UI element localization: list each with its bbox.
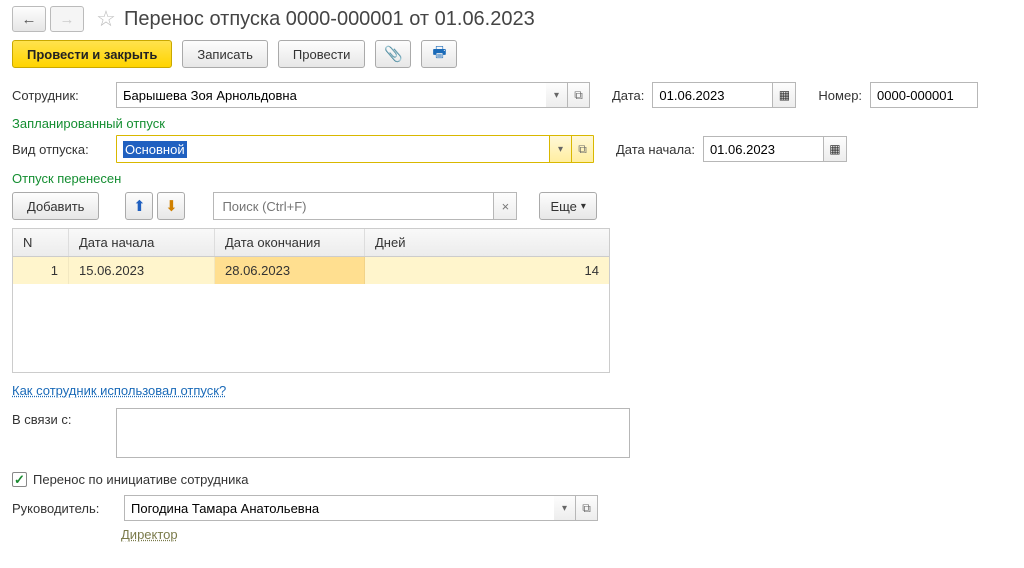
planned-section-label: Запланированный отпуск	[0, 112, 1024, 131]
vacation-usage-link[interactable]: Как сотрудник использовал отпуск?	[0, 373, 238, 402]
move-down-button[interactable]: ⬇	[157, 192, 185, 220]
manager-dropdown-button[interactable]: ▾	[554, 495, 576, 521]
arrow-down-icon: ⬇	[165, 197, 178, 215]
employee-open-button[interactable]: ⧉	[568, 82, 590, 108]
transferred-section-label: Отпуск перенесен	[0, 167, 1024, 186]
page-title: Перенос отпуска 0000-000001 от 01.06.202…	[124, 8, 535, 31]
manager-label: Руководитель:	[12, 501, 116, 516]
date-calendar-button[interactable]: ▦	[772, 82, 796, 108]
chevron-down-icon: ▾	[554, 90, 559, 101]
arrow-left-icon: ←	[22, 11, 37, 28]
vacation-kind-value: Основной	[123, 141, 187, 158]
arrow-up-icon: ⬆	[133, 197, 146, 215]
employee-dropdown-button[interactable]: ▾	[546, 82, 568, 108]
table-row[interactable]: 1 15.06.2023 28.06.2023 14	[13, 257, 609, 284]
move-up-button[interactable]: ⬆	[125, 192, 153, 220]
number-label: Номер:	[818, 88, 862, 103]
table-search-clear-button[interactable]: ×	[493, 192, 517, 220]
close-icon: ×	[502, 199, 510, 214]
more-label: Еще	[550, 199, 576, 214]
open-icon: ⧉	[574, 88, 583, 103]
favorite-star-icon[interactable]: ☆	[94, 6, 118, 32]
attach-button[interactable]: 📎	[375, 40, 411, 68]
date-input[interactable]	[652, 82, 772, 108]
cell-start: 15.06.2023	[69, 257, 215, 284]
reason-label: В связи с:	[12, 408, 108, 427]
manager-open-button[interactable]: ⧉	[576, 495, 598, 521]
paperclip-icon: 📎	[384, 45, 403, 63]
col-end-header[interactable]: Дата окончания	[215, 229, 365, 256]
save-button[interactable]: Записать	[182, 40, 268, 68]
submit-and-close-button[interactable]: Провести и закрыть	[12, 40, 172, 68]
vacation-kind-open-button[interactable]: ⧉	[571, 136, 593, 162]
col-n-header[interactable]: N	[13, 229, 69, 256]
col-start-header[interactable]: Дата начала	[69, 229, 215, 256]
chevron-down-icon: ▾	[581, 201, 586, 212]
initiative-label: Перенос по инициативе сотрудника	[33, 472, 249, 487]
date-label: Дата:	[612, 88, 644, 103]
reason-textarea[interactable]	[116, 408, 630, 458]
table-empty-area[interactable]	[13, 284, 609, 372]
calendar-icon: ▦	[779, 88, 790, 102]
manager-input[interactable]	[124, 495, 554, 521]
vacation-kind-dropdown-button[interactable]: ▾	[549, 136, 571, 162]
initiative-checkbox[interactable]: ✓	[12, 472, 27, 487]
start-date-input[interactable]	[703, 136, 823, 162]
employee-input[interactable]	[116, 82, 546, 108]
open-icon: ⧉	[578, 142, 587, 157]
manager-position-link[interactable]: Директор	[0, 525, 178, 548]
employee-label: Сотрудник:	[12, 88, 108, 103]
arrow-right-icon: →	[60, 11, 75, 28]
vacation-kind-input[interactable]: Основной	[117, 136, 549, 162]
add-row-button[interactable]: Добавить	[12, 192, 99, 220]
start-date-label: Дата начала:	[616, 142, 695, 157]
chevron-down-icon: ▾	[558, 144, 563, 155]
cell-days: 14	[365, 257, 609, 284]
printer-icon: 🖶	[432, 42, 446, 67]
table-search-input[interactable]	[213, 192, 493, 220]
transferred-table: N Дата начала Дата окончания Дней 1 15.0…	[12, 228, 610, 373]
print-button[interactable]: 🖶	[421, 40, 457, 68]
nav-forward-button[interactable]: →	[50, 6, 84, 32]
chevron-down-icon: ▾	[562, 503, 567, 514]
calendar-icon: ▦	[829, 142, 840, 156]
cell-n: 1	[13, 257, 69, 284]
start-date-calendar-button[interactable]: ▦	[823, 136, 847, 162]
nav-back-button[interactable]: ←	[12, 6, 46, 32]
table-more-button[interactable]: Еще ▾	[539, 192, 596, 220]
cell-end: 28.06.2023	[215, 257, 365, 284]
number-input[interactable]	[870, 82, 978, 108]
open-icon: ⧉	[582, 501, 591, 516]
vacation-kind-label: Вид отпуска:	[12, 142, 108, 157]
submit-button[interactable]: Провести	[278, 40, 366, 68]
col-days-header[interactable]: Дней	[365, 229, 609, 256]
